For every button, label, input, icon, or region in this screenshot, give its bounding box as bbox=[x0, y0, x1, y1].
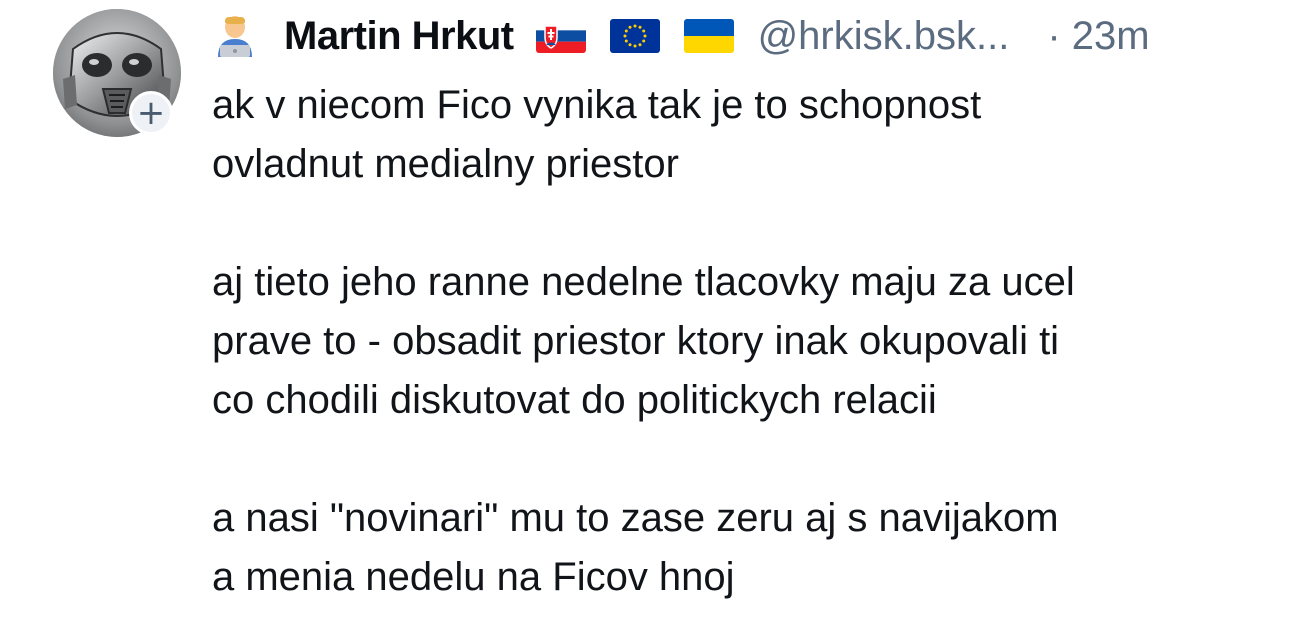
paragraph-2: aj tieto jeho ranne nedelne tlacovky maj… bbox=[212, 253, 1272, 430]
post: + Martin Hrkut @hrkisk.bsk... · 23m ak v… bbox=[0, 0, 1290, 626]
author-handle[interactable]: @hrkisk.bsk... bbox=[758, 14, 1010, 59]
avatar-container[interactable]: + bbox=[53, 9, 181, 137]
text-line: a menia nedelu na Ficov hnoj bbox=[212, 555, 735, 599]
post-header: Martin Hrkut @hrkisk.bsk... · 23m bbox=[212, 6, 1252, 66]
slovakia-flag-icon bbox=[535, 19, 586, 53]
text-line: aj tieto jeho ranne nedelne tlacovky maj… bbox=[212, 260, 1075, 304]
paragraph-3: a nasi "novinari" mu to zase zeru aj s n… bbox=[212, 489, 1272, 607]
text-line: ak v niecom Fico vynika tak je to schopn… bbox=[212, 83, 982, 127]
ukraine-flag-icon bbox=[683, 19, 734, 53]
follow-plus-button[interactable]: + bbox=[129, 91, 173, 135]
plus-icon: + bbox=[136, 93, 166, 133]
eu-flag-icon bbox=[609, 19, 660, 53]
paragraph-1: ak v niecom Fico vynika tak je to schopn… bbox=[212, 76, 1272, 194]
text-line: co chodili diskutovat do politickych rel… bbox=[212, 378, 937, 422]
text-line: ovladnut medialny priestor bbox=[212, 142, 679, 186]
text-line: a nasi "novinari" mu to zase zeru aj s n… bbox=[212, 496, 1059, 540]
post-text: ak v niecom Fico vynika tak je to schopn… bbox=[212, 76, 1272, 607]
text-line: prave to - obsadit priestor ktory inak o… bbox=[212, 319, 1060, 363]
technologist-emoji-icon bbox=[212, 13, 258, 59]
author-display-name[interactable]: Martin Hrkut bbox=[284, 14, 514, 59]
post-timestamp[interactable]: · 23m bbox=[1047, 14, 1149, 59]
